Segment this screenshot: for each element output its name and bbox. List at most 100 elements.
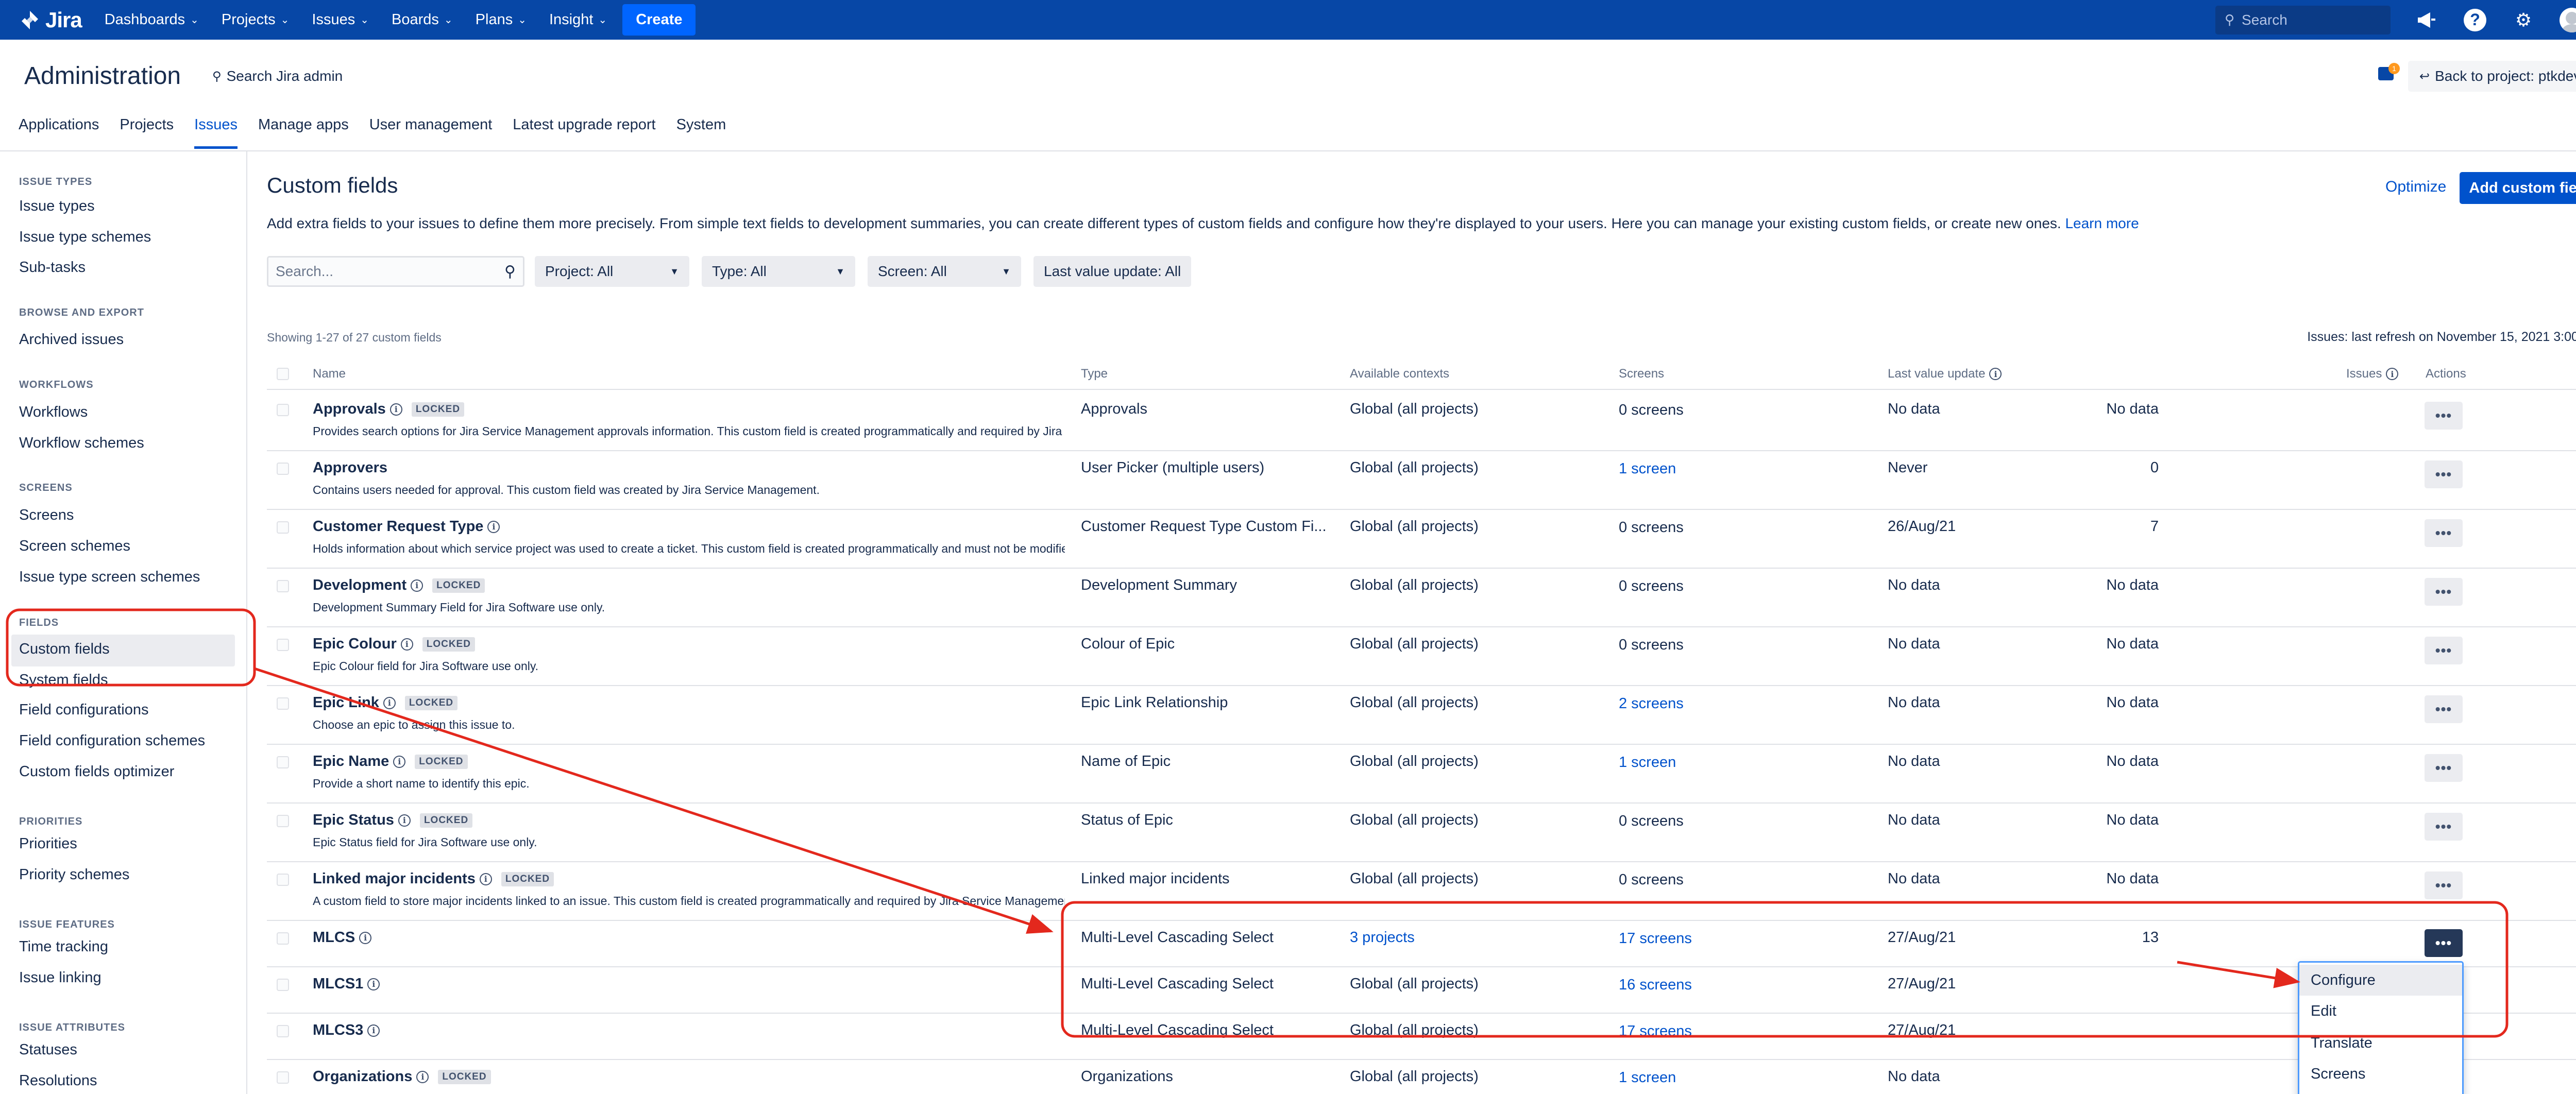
jira-logo[interactable]: Jira — [20, 8, 82, 32]
row-actions-button[interactable]: ••• — [2425, 871, 2463, 899]
row-checkbox[interactable] — [277, 756, 289, 768]
field-screens[interactable]: 16 screens — [1619, 977, 1692, 994]
notification-icon[interactable]: 1 — [2378, 63, 2400, 83]
field-contexts[interactable]: 3 projects — [1350, 929, 1415, 946]
tab-issues[interactable]: Issues — [194, 116, 238, 150]
tab-projects[interactable]: Projects — [120, 116, 174, 150]
profile-avatar[interactable] — [2560, 7, 2576, 32]
row-checkbox[interactable] — [277, 815, 289, 827]
field-name-text[interactable]: Epic Colour — [313, 636, 397, 653]
field-name[interactable]: Customer Request Type i — [313, 518, 500, 535]
sidebar-item-screens[interactable]: Screens — [19, 507, 74, 524]
sidebar-item-issue-types[interactable]: Issue types — [19, 198, 95, 215]
field-name-text[interactable]: MLCS3 — [313, 1022, 363, 1039]
nav-dashboards[interactable]: Dashboards ⌄ — [105, 11, 199, 28]
row-actions-button[interactable]: ••• — [2425, 519, 2463, 547]
info-icon[interactable]: i — [1989, 368, 2002, 380]
info-icon[interactable]: i — [2386, 368, 2399, 380]
field-search-input[interactable]: Search... ⚲ — [267, 256, 524, 287]
field-name-text[interactable]: Epic Status — [313, 812, 394, 829]
tab-applications[interactable]: Applications — [19, 116, 99, 150]
field-screens[interactable]: 17 screens — [1619, 930, 1692, 947]
field-name[interactable]: Development i LOCKED — [313, 577, 485, 594]
field-name-text[interactable]: Approvals — [313, 401, 386, 418]
row-checkbox[interactable] — [277, 639, 289, 651]
field-name-text[interactable]: MLCS1 — [313, 976, 363, 993]
field-name[interactable]: Epic Link i LOCKED — [313, 694, 458, 711]
nav-projects[interactable]: Projects ⌄ — [222, 11, 290, 28]
info-icon[interactable]: i — [389, 403, 402, 416]
gear-icon[interactable]: ⚙ — [2511, 8, 2536, 32]
top-search-input[interactable]: ⚲ Search — [2215, 5, 2391, 35]
row-actions-button[interactable]: ••• — [2425, 578, 2463, 606]
field-name[interactable]: MLCS i — [313, 929, 372, 946]
row-checkbox[interactable] — [277, 404, 289, 416]
optimize-link[interactable]: Optimize — [2385, 178, 2446, 196]
info-icon[interactable]: i — [393, 755, 406, 768]
row-checkbox[interactable] — [277, 932, 289, 945]
sidebar-item-field-configurations[interactable]: Field configurations — [19, 702, 148, 719]
sidebar-item-issue-type-screen-schemes[interactable]: Issue type screen schemes — [19, 569, 200, 586]
row-checkbox[interactable] — [277, 521, 289, 534]
sidebar-item-field-configuration-schemes[interactable]: Field configuration schemes — [19, 732, 205, 749]
column-header-type[interactable]: Type — [1081, 367, 1108, 381]
nav-insight[interactable]: Insight ⌄ — [549, 11, 607, 28]
menu-item-translate[interactable]: Translate — [2299, 1028, 2462, 1058]
field-name-text[interactable]: Development — [313, 577, 406, 594]
sidebar-item-workflows[interactable]: Workflows — [19, 404, 88, 421]
row-checkbox[interactable] — [277, 979, 289, 991]
sidebar-item-issue-type-schemes[interactable]: Issue type schemes — [19, 229, 151, 246]
field-name[interactable]: Approvers — [313, 459, 387, 476]
field-screens[interactable]: 17 screens — [1619, 1023, 1692, 1040]
sidebar-item-custom-fields[interactable]: Custom fields — [19, 641, 110, 658]
sidebar-item-sub-tasks[interactable]: Sub-tasks — [19, 259, 86, 276]
info-icon[interactable]: i — [411, 579, 423, 592]
info-icon[interactable]: i — [398, 814, 411, 827]
row-actions-button[interactable]: ••• — [2425, 402, 2463, 430]
sidebar-item-priorities[interactable]: Priorities — [19, 835, 77, 852]
nav-boards[interactable]: Boards ⌄ — [392, 11, 453, 28]
info-icon[interactable]: i — [359, 931, 372, 944]
field-name-text[interactable]: Approvers — [313, 459, 387, 476]
screen-filter[interactable]: Screen: All ▼ — [868, 256, 1021, 287]
info-icon[interactable]: i — [367, 978, 380, 990]
row-actions-button[interactable]: ••• — [2425, 813, 2463, 841]
sidebar-item-system-fields[interactable]: System fields — [19, 672, 108, 689]
menu-item-configure[interactable]: Configure — [2299, 965, 2462, 996]
row-checkbox[interactable] — [277, 697, 289, 710]
row-actions-button[interactable]: ••• — [2425, 695, 2463, 723]
field-name[interactable]: MLCS1 i — [313, 976, 380, 993]
info-icon[interactable]: i — [400, 638, 413, 651]
field-name-text[interactable]: Epic Link — [313, 694, 379, 711]
select-all-checkbox[interactable] — [277, 368, 289, 380]
back-to-project-button[interactable]: ↩ Back to project: ptkdev — [2408, 61, 2576, 92]
menu-item-screens[interactable]: Screens — [2299, 1058, 2462, 1089]
type-filter[interactable]: Type: All ▼ — [702, 256, 855, 287]
field-name-text[interactable]: Organizations — [313, 1068, 412, 1085]
field-name[interactable]: Organizations i LOCKED — [313, 1068, 491, 1085]
row-actions-button[interactable]: ••• — [2425, 754, 2463, 782]
sidebar-item-time-tracking[interactable]: Time tracking — [19, 938, 108, 955]
field-name[interactable]: MLCS3 i — [313, 1022, 380, 1039]
field-name[interactable]: Epic Status i LOCKED — [313, 812, 473, 829]
row-checkbox[interactable] — [277, 1071, 289, 1084]
sidebar-item-priority-schemes[interactable]: Priority schemes — [19, 866, 129, 883]
row-checkbox[interactable] — [277, 874, 289, 886]
tab-user-management[interactable]: User management — [369, 116, 493, 150]
field-screens[interactable]: 1 screen — [1619, 460, 1676, 477]
last-value-update-filter[interactable]: Last value update: All — [1033, 256, 1192, 287]
field-name[interactable]: Epic Name i LOCKED — [313, 753, 468, 770]
field-name[interactable]: Approvals i LOCKED — [313, 401, 465, 418]
sidebar-item-resolutions[interactable]: Resolutions — [19, 1072, 97, 1089]
info-icon[interactable]: i — [416, 1070, 429, 1083]
row-checkbox[interactable] — [277, 1025, 289, 1037]
learn-more-link[interactable]: Learn more — [2065, 215, 2139, 231]
tab-latest-upgrade-report[interactable]: Latest upgrade report — [513, 116, 655, 150]
field-screens[interactable]: 1 screen — [1619, 1069, 1676, 1086]
field-screens[interactable]: 2 screens — [1619, 695, 1684, 712]
nav-plans[interactable]: Plans ⌄ — [476, 11, 527, 28]
help-icon[interactable]: ? — [2463, 8, 2487, 32]
sidebar-item-issue-linking[interactable]: Issue linking — [19, 969, 101, 986]
info-icon[interactable]: i — [487, 520, 500, 533]
create-button[interactable]: Create — [622, 4, 696, 36]
